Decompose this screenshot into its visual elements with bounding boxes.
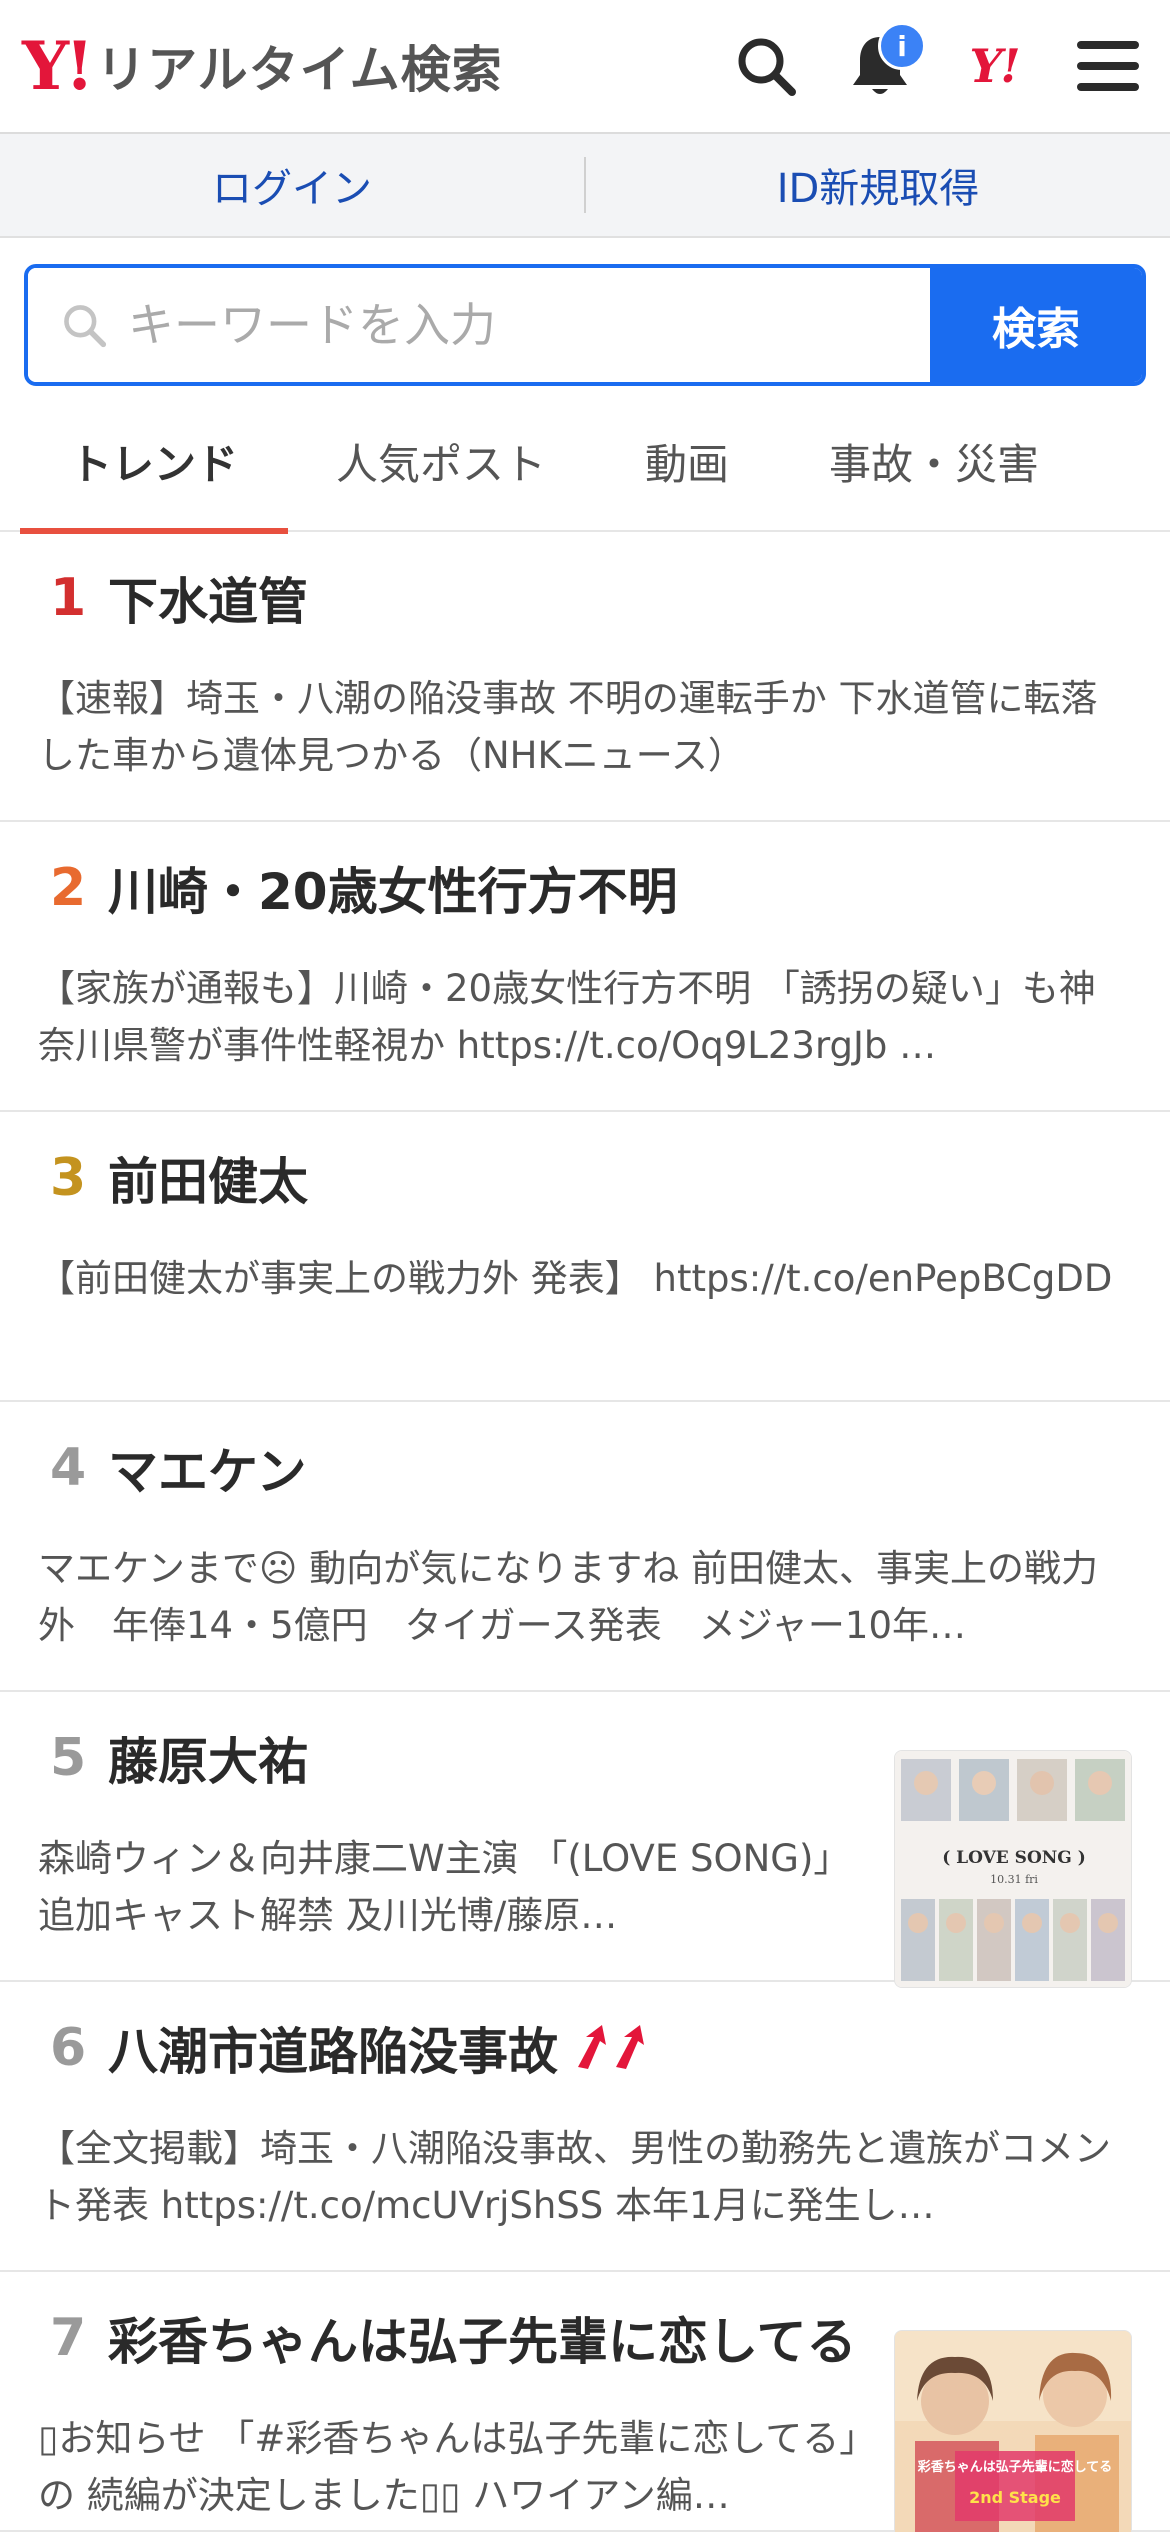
search-icon[interactable] <box>726 26 806 106</box>
trend-item[interactable]: 5 藤原大祐 森崎ウィン＆向井康二W主演 「(LOVE SONG)」追加キャスト… <box>0 1692 1170 1988</box>
trend-thumbnail[interactable]: 彩香ちゃんは弘子先輩に恋してる 2nd Stage <box>894 2330 1132 2532</box>
yahoo-logo-mark: Y! <box>22 27 94 105</box>
tab-trend[interactable]: トレンド <box>20 390 288 534</box>
tab-videos[interactable]: 動画 <box>594 390 780 532</box>
tab-popular-posts[interactable]: 人気ポスト <box>288 390 594 532</box>
trend-title: 前田健太 <box>108 1153 308 1211</box>
trend-rank: 2 <box>50 858 87 918</box>
trend-title: 藤原大祐 <box>108 1733 308 1791</box>
trend-description: ▯お知らせ 「#彩香ちゃんは弘子先輩に恋してる」の 続編が決定しました▯▯ ハワ… <box>38 2417 858 2517</box>
login-link[interactable]: ログイン <box>0 156 584 214</box>
trend-description: マエケンまで☹ 動向が気になりますね 前田健太、事実上の戦力外 年俸14・5億円… <box>38 1547 1098 1647</box>
trend-rank: 6 <box>50 2018 87 2078</box>
trend-rank: 5 <box>50 1728 87 1788</box>
menu-icon[interactable] <box>1068 26 1148 106</box>
signup-link[interactable]: ID新規取得 <box>586 156 1170 214</box>
trend-description: 【前田健太が事実上の戦力外 発表】 https://t.co/enPepBCgD… <box>38 1257 1113 1300</box>
search-field[interactable] <box>28 268 930 382</box>
yahoo-japan-logo: Y! <box>969 39 1020 93</box>
tab-accidents-disasters[interactable]: 事故・災害 <box>780 390 1088 532</box>
search-form: 検索 <box>24 264 1146 386</box>
yahoo-japan-link[interactable]: Y! <box>954 26 1034 106</box>
trend-item[interactable]: 6 八潮市道路陥没事故 【全文掲載】埼玉・八潮陥没事故、男性の勤務先と遺族がコメ… <box>0 1982 1170 2272</box>
logo-text: リアルタイム検索 <box>96 41 503 99</box>
trend-description: 【全文掲載】埼玉・八潮陥没事故、男性の勤務先と遺族がコメント発表 https:/… <box>38 2127 1111 2227</box>
trend-rank: 7 <box>50 2308 87 2368</box>
trend-item[interactable]: 7 彩香ちゃんは弘子先輩に恋してる ▯お知らせ 「#彩香ちゃんは弘子先輩に恋して… <box>0 2272 1170 2532</box>
search-area: 検索 <box>0 238 1170 386</box>
notification-badge: i <box>878 22 926 70</box>
trend-description: 森崎ウィン＆向井康二W主演 「(LOVE SONG)」追加キャスト解禁 及川光博… <box>38 1837 851 1937</box>
trend-rank: 3 <box>50 1148 87 1208</box>
trend-title: 川崎・20歳女性行方不明 <box>108 863 678 921</box>
trend-list: 1 下水道管 【速報】埼玉・八潮の陥没事故 不明の運転手か 下水道管に転落した車… <box>0 532 1170 2532</box>
login-bar: ログイン ID新規取得 <box>0 134 1170 238</box>
thumbnail-subcaption: 2nd Stage <box>969 2488 1061 2507</box>
trend-item[interactable]: 3 前田健太 【前田健太が事実上の戦力外 発表】 https://t.co/en… <box>0 1112 1170 1402</box>
trend-rank: 4 <box>50 1438 87 1498</box>
app-header: Y! リアルタイム検索 i Y! <box>0 0 1170 134</box>
thumbnail-caption: ( LOVE SONG ) <box>942 1848 1086 1868</box>
trend-description: 【家族が通報も】川崎・20歳女性行方不明 「誘拐の疑い」も神奈川県警が事件性軽視… <box>38 967 1096 1067</box>
bell-icon[interactable]: i <box>840 22 926 106</box>
trend-title: マエケン <box>108 1443 307 1501</box>
search-button[interactable]: 検索 <box>930 268 1142 382</box>
magnifier-icon <box>64 305 107 348</box>
search-input[interactable] <box>127 298 930 352</box>
trend-title: 下水道管 <box>108 573 308 631</box>
trend-title: 彩香ちゃんは弘子先輩に恋してる <box>108 2313 857 2371</box>
category-tabs: トレンド 人気ポスト 動画 事故・災害 <box>0 390 1170 534</box>
trend-item[interactable]: 4 マエケン マエケンまで☹ 動向が気になりますね 前田健太、事実上の戦力外 年… <box>0 1402 1170 1692</box>
trend-title: 八潮市道路陥没事故 <box>108 2023 558 2081</box>
thumbnail-caption: 彩香ちゃんは弘子先輩に恋してる <box>917 2459 1113 2475</box>
trend-item[interactable]: 2 川崎・20歳女性行方不明 【家族が通報も】川崎・20歳女性行方不明 「誘拐の… <box>0 822 1170 1112</box>
realtime-search-logo[interactable]: Y! リアルタイム検索 <box>22 30 503 102</box>
thumbnail-subcaption: 10.31 fri <box>990 1873 1038 1886</box>
trend-item[interactable]: 1 下水道管 【速報】埼玉・八潮の陥没事故 不明の運転手か 下水道管に転落した車… <box>0 532 1170 822</box>
rising-arrows-icon <box>572 2023 656 2073</box>
trend-rank: 1 <box>50 568 87 628</box>
trend-description: 【速報】埼玉・八潮の陥没事故 不明の運転手か 下水道管に転落した車から遺体見つか… <box>38 677 1098 777</box>
trend-thumbnail[interactable]: ( LOVE SONG ) 10.31 fri <box>894 1750 1132 1988</box>
